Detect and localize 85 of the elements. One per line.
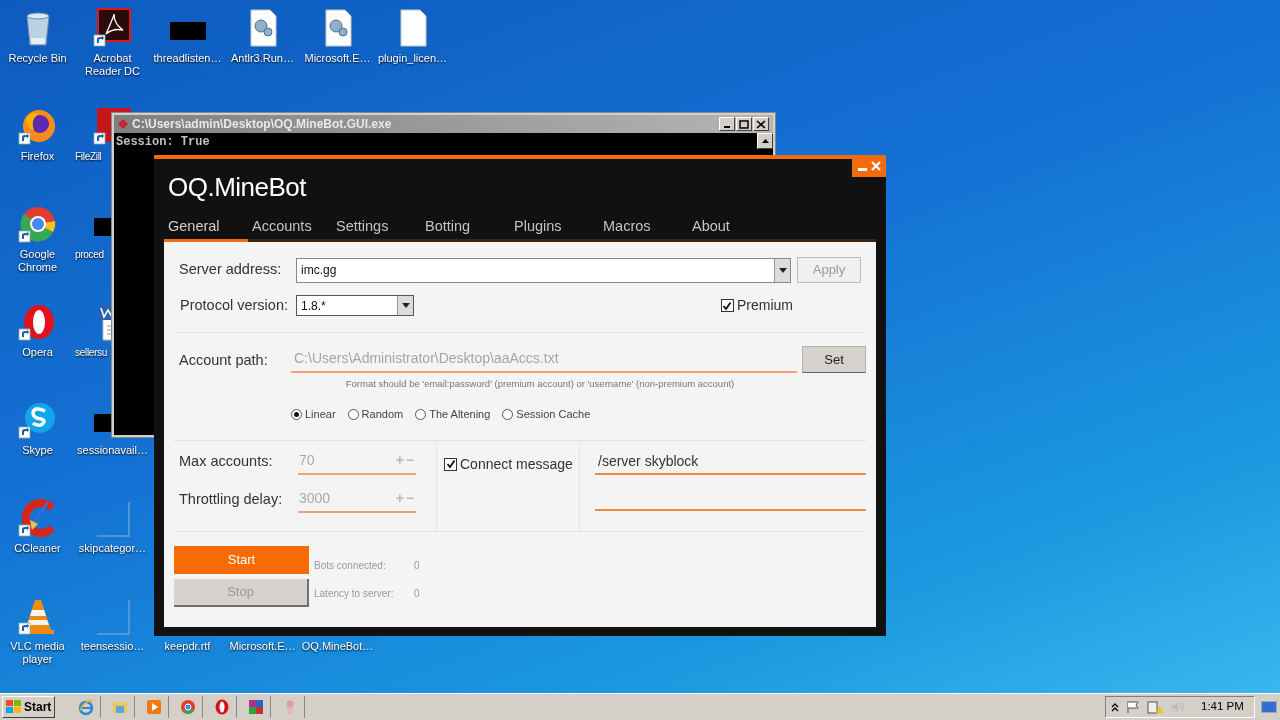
start-button[interactable]: Start	[2, 696, 56, 718]
media-player-icon[interactable]	[144, 698, 163, 716]
desktop-icon-label[interactable]: Antlr3.Run…	[225, 52, 300, 65]
maximize-icon	[739, 119, 749, 129]
redacted-thumbnail-icon	[93, 414, 111, 432]
desktop-icon-label[interactable]: Microsoft.E…	[300, 52, 375, 65]
ccleaner-icon	[17, 498, 58, 538]
pdf-reader-icon	[92, 8, 133, 48]
desktop-icon-label[interactable]: FileZill	[75, 150, 102, 163]
skype-icon	[17, 400, 58, 440]
desktop-icon-label[interactable]: proced	[75, 248, 104, 261]
tab[interactable]: Settings	[332, 214, 421, 242]
tab[interactable]: Botting	[421, 214, 510, 242]
set-button[interactable]: Set	[802, 345, 866, 373]
desktop-icon-label[interactable]: teensessio…	[75, 640, 150, 653]
desktop-icon-label[interactable]: Firefox	[0, 150, 75, 163]
desktop-icon-label[interactable]: Skype	[0, 444, 75, 457]
chrome-icon[interactable]	[178, 698, 197, 716]
caret-icon	[401, 303, 410, 309]
start-button[interactable]: Start	[174, 545, 309, 574]
close-icon[interactable]	[870, 161, 881, 171]
connect-message-checkbox[interactable]	[444, 457, 457, 471]
redacted-thumbnail-icon	[93, 218, 111, 236]
radio-label: Session Cache	[516, 407, 591, 422]
desktop-icon-label[interactable]: sellersu	[75, 346, 108, 359]
caret-icon	[778, 267, 787, 273]
field-label: Account path:	[178, 351, 269, 370]
maximize-button[interactable]	[736, 117, 752, 131]
field-label: Protocol version:	[179, 296, 289, 315]
desktop-icon-label[interactable]: Recycle Bin	[0, 52, 75, 65]
desktop-icon-label[interactable]: OQ.MineBot…	[300, 640, 375, 653]
close-button[interactable]	[753, 117, 769, 131]
desktop-icon-label[interactable]: Acrobat Reader DC	[75, 52, 150, 78]
premium-checkbox[interactable]	[721, 299, 734, 313]
desktop-icon-label[interactable]: threadlisten…	[150, 52, 225, 65]
network-warning-icon[interactable]	[1147, 700, 1163, 714]
desktop-icon-label[interactable]: plugin_licen…	[375, 52, 450, 65]
app-title: OQ.MineBot	[168, 171, 308, 203]
windows-logo-icon	[6, 700, 22, 714]
clock[interactable]: 1:41 PM	[1201, 698, 1244, 716]
radio-label: Random	[361, 407, 404, 422]
desktop-icon-label[interactable]: Opera	[0, 346, 75, 359]
console-line: Session: True	[116, 135, 211, 149]
caret-up-icon	[761, 139, 769, 143]
connect-message-field[interactable]: /server skyblock	[595, 450, 866, 475]
winrar-icon[interactable]	[246, 698, 265, 716]
radio-button[interactable]	[502, 408, 514, 420]
radio-label: Linear	[305, 407, 336, 422]
desktop-icon-label[interactable]: CCleaner	[0, 542, 75, 555]
checkbox-label: Premium	[737, 296, 793, 316]
stat-label: Latency to server:	[314, 586, 395, 601]
desktop-icon-label[interactable]: skipcategor…	[75, 542, 150, 555]
tab[interactable]: About	[688, 214, 777, 242]
desktop-icon-label[interactable]: Google Chrome	[0, 248, 75, 274]
protocol-version-select[interactable]: 1.8.*	[296, 295, 414, 317]
tab[interactable]: Accounts	[248, 214, 332, 242]
chevron-up-icon[interactable]	[1111, 702, 1119, 712]
radio-button[interactable]	[347, 408, 359, 420]
tab[interactable]: Plugins	[510, 214, 599, 242]
radio-button[interactable]	[415, 408, 427, 420]
minimize-button[interactable]	[719, 117, 735, 131]
redacted-thumbnail-icon	[169, 22, 206, 40]
minimize-icon	[724, 126, 730, 128]
format-hint: Format should be 'email:password' (premium account) or 'username' (non-premium account)	[344, 376, 736, 391]
radio-button[interactable]	[291, 408, 302, 420]
console-icon	[118, 119, 128, 129]
scroll-up-button[interactable]	[757, 133, 773, 149]
radio-label: The Altening	[429, 407, 491, 422]
field-label: Throttling delay:	[178, 489, 284, 509]
desktop-icon-label[interactable]: sessionavail…	[75, 444, 150, 457]
checkbox-label: Connect message	[460, 454, 573, 474]
tab[interactable]: Macros	[599, 214, 688, 242]
window-title: C:\Users\admin\Desktop\OQ.MineBot.GUI.exe	[132, 116, 393, 133]
chrome-icon	[17, 204, 58, 244]
server-address-combobox[interactable]: imc.gg	[296, 257, 791, 283]
stat-label: Bots connected:	[314, 558, 387, 573]
desktop-icon-label[interactable]: keepdr.rtf	[150, 640, 225, 653]
desktop-icon-label[interactable]: Microsoft.E…	[225, 640, 300, 653]
flag-icon[interactable]	[1126, 700, 1140, 714]
field-label: Server address:	[178, 260, 283, 280]
stat-value: 0	[414, 558, 420, 573]
stat-value: 0	[414, 586, 420, 601]
desktop-icon-label[interactable]: VLC media player	[0, 640, 75, 666]
field-label: Max accounts:	[178, 451, 274, 471]
close-icon	[756, 119, 766, 129]
